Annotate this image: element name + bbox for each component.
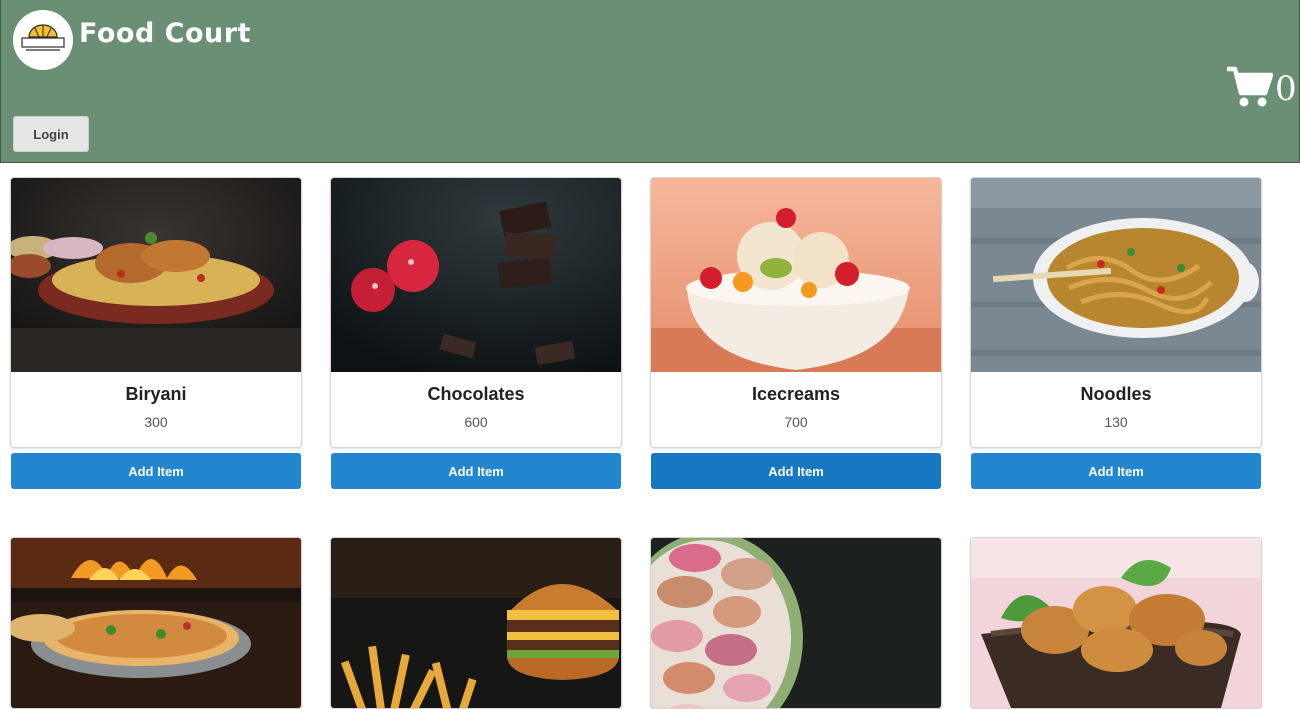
product-card: Noodles 130	[970, 177, 1262, 448]
cart-icon[interactable]	[1225, 66, 1274, 113]
product-price: 300	[144, 414, 168, 430]
add-item-button[interactable]: Add Item	[971, 453, 1261, 489]
product-card: Biryani 300	[10, 177, 302, 448]
cart[interactable]: 0	[1225, 66, 1297, 113]
product-name: Noodles	[1080, 384, 1152, 404]
product-price: 600	[464, 414, 488, 430]
add-item-button[interactable]: Add Item	[651, 453, 941, 489]
top-header: Food Court Login 0	[0, 0, 1300, 163]
noodles-image	[971, 178, 1261, 372]
product-price: 130	[1104, 414, 1128, 430]
product-name: Chocolates	[427, 384, 525, 404]
product-price: 700	[784, 414, 808, 430]
add-item-button[interactable]: Add Item	[331, 453, 621, 489]
product-card: Icecreams 700	[650, 177, 942, 448]
brand-title: Food Court	[79, 18, 251, 49]
icecreams-image	[651, 178, 941, 372]
chocolates-image	[331, 178, 621, 372]
biryani-image	[11, 178, 301, 372]
product-name: Biryani	[125, 384, 187, 404]
product-card	[10, 537, 302, 709]
product-card	[330, 537, 622, 709]
pizza-image	[11, 538, 301, 708]
product-card	[970, 537, 1262, 709]
macarons-image	[651, 538, 941, 708]
cart-count: 0	[1275, 69, 1297, 109]
product-name: Icecreams	[751, 384, 841, 404]
product-card: Chocolates 600	[330, 177, 622, 448]
fried-chicken-image	[971, 538, 1261, 708]
login-button[interactable]: Login	[13, 116, 89, 152]
logo-icon[interactable]	[13, 10, 73, 70]
add-item-button[interactable]: Add Item	[11, 453, 301, 489]
product-card	[650, 537, 942, 709]
burger-image	[331, 538, 621, 708]
